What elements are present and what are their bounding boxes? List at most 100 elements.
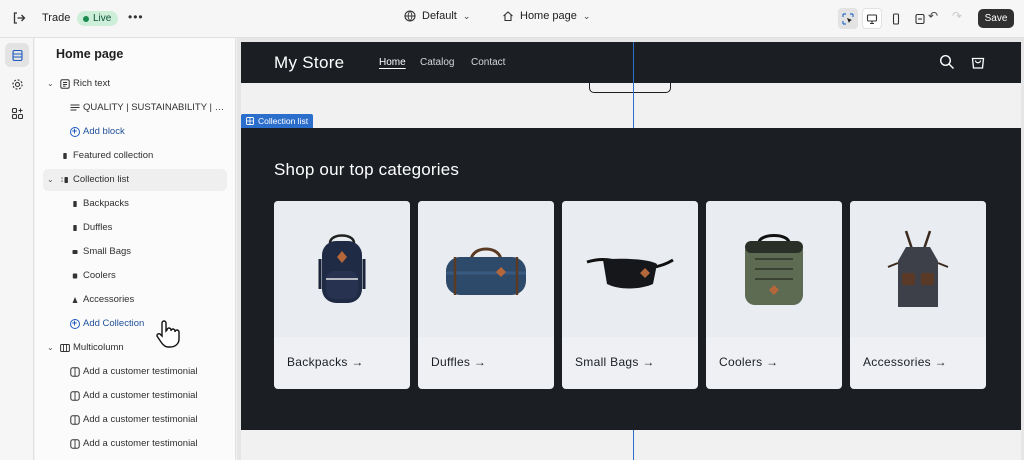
collection-card-accessories[interactable]: Accessories → [850, 201, 986, 389]
chevron-down-icon: ⌄ [462, 10, 471, 21]
collection-card-small-bags[interactable]: Small Bags → [562, 201, 698, 389]
section-label: Rich text [73, 78, 110, 89]
apps-icon [11, 107, 23, 119]
live-status-badge: Live [77, 11, 119, 26]
cart-icon[interactable] [970, 54, 986, 70]
block-accessories[interactable]: Accessories [43, 289, 227, 311]
chevron-down-icon[interactable]: ⌄ [47, 175, 55, 184]
collection-card-backpacks[interactable]: Backpacks → [274, 201, 410, 389]
nav-catalog-link[interactable]: Catalog [420, 57, 454, 68]
collection-card-duffles[interactable]: Duffles → [418, 201, 554, 389]
block-rich-text-heading[interactable]: QUALITY | SUSTAINABILITY | IN... [43, 97, 227, 119]
icon-rail [0, 38, 34, 460]
add-block-button[interactable]: + Add block [43, 121, 227, 143]
chevron-down-icon[interactable]: ⌄ [47, 343, 55, 352]
column-icon [69, 414, 80, 425]
search-icon[interactable] [939, 54, 955, 70]
grip-icon [69, 294, 80, 305]
block-testimonial[interactable]: Add a customer testimonial [43, 385, 227, 407]
section-label: Featured collection [73, 150, 154, 161]
block-testimonial[interactable]: Add a customer testimonial [43, 409, 227, 431]
add-collection-label: Add Collection [83, 318, 145, 329]
mobile-view-button[interactable] [886, 8, 906, 29]
column-icon [69, 366, 80, 377]
globe-icon [404, 10, 416, 22]
hand-cursor-icon [156, 320, 180, 348]
desktop-icon [866, 13, 878, 24]
block-label: Add a customer testimonial [83, 366, 198, 377]
grip-icon [69, 270, 80, 281]
add-block-label: Add block [83, 126, 125, 137]
block-testimonial[interactable]: Add a customer testimonial [43, 433, 227, 455]
block-small-bags[interactable]: Small Bags [43, 241, 227, 263]
redo-icon[interactable]: ↷ [952, 9, 962, 23]
live-status-label: Live [93, 13, 112, 24]
sidebar-title: Home page [56, 47, 124, 61]
store-preview[interactable]: My Store Home Catalog Contact Shop our t… [241, 42, 1021, 460]
more-actions-button[interactable]: ••• [128, 10, 144, 24]
section-multicolumn[interactable]: ⌄ Multicolumn [43, 337, 227, 359]
save-button[interactable]: Save [978, 9, 1014, 28]
multicolumn-section-preview[interactable] [241, 430, 1021, 460]
grip-icon [69, 222, 80, 233]
collection-card-label: Duffles → [431, 355, 487, 369]
apps-tab[interactable] [5, 101, 29, 125]
sections-tab[interactable] [5, 43, 29, 67]
collection-card-label: Coolers → [719, 355, 779, 369]
full-width-view-button[interactable] [910, 8, 930, 29]
undo-icon[interactable]: ↶ [928, 9, 938, 23]
page-select-label: Home page [520, 10, 577, 22]
block-label: Accessories [83, 294, 135, 305]
expand-icon [915, 13, 925, 24]
text-lines-icon [69, 102, 80, 113]
block-label: Add a customer testimonial [83, 414, 198, 425]
theme-settings-tab[interactable] [5, 72, 29, 96]
add-collection-button[interactable]: + Add Collection [43, 313, 227, 335]
column-icon [69, 438, 80, 449]
collection-list-section-preview[interactable]: Shop our top categories Backpacks → Duff… [241, 128, 1021, 430]
section-featured-collection[interactable]: Featured collection [43, 145, 227, 167]
page-select[interactable]: Home page ⌄ [502, 10, 590, 22]
chevron-down-icon[interactable]: ⌄ [47, 79, 55, 88]
section-rich-text[interactable]: ⌄ Rich text [43, 73, 227, 95]
gear-icon [11, 78, 23, 90]
section-collection-list[interactable]: ⌄ Collection list [43, 169, 227, 191]
block-label: Coolers [83, 270, 116, 281]
nav-contact-link[interactable]: Contact [471, 57, 505, 68]
live-dot-icon [83, 15, 89, 22]
apron-image [850, 201, 986, 337]
desktop-view-button[interactable] [862, 8, 882, 29]
section-grid-icon [246, 117, 254, 125]
block-duffles[interactable]: Duffles [43, 217, 227, 239]
select-pointer-icon [842, 12, 854, 25]
mobile-icon [892, 12, 900, 25]
cooler-bag-image [706, 201, 842, 337]
section-label: Collection list [73, 174, 129, 185]
grip-icon [69, 246, 80, 257]
store-header[interactable]: My Store Home Catalog Contact [241, 42, 1021, 83]
block-backpacks[interactable]: Backpacks [43, 193, 227, 215]
rich-text-button-outline[interactable] [589, 83, 671, 93]
collection-card-label: Backpacks → [287, 355, 364, 369]
block-label: Add a customer testimonial [83, 390, 198, 401]
duffle-bag-image [418, 201, 554, 337]
selected-section-tag[interactable]: Collection list [241, 114, 314, 128]
exit-icon[interactable] [10, 9, 28, 27]
columns-icon [59, 342, 70, 353]
store-logo[interactable]: My Store [274, 53, 344, 73]
template-select[interactable]: Default ⌄ [404, 10, 470, 22]
center-guide-line [633, 42, 634, 83]
home-icon [503, 11, 513, 22]
section-sidebar: Home page ⌄ Rich text QUALITY | SUSTAINA… [35, 38, 236, 460]
inspector-toggle-button[interactable] [838, 8, 858, 29]
block-label: Backpacks [83, 198, 129, 209]
block-label: QUALITY | SUSTAINABILITY | IN... [83, 102, 225, 113]
block-testimonial[interactable]: Add a customer testimonial [43, 361, 227, 383]
collection-card-coolers[interactable]: Coolers → [706, 201, 842, 389]
add-circle-icon: + [69, 318, 80, 329]
grip-icon [69, 198, 80, 209]
nav-home-link[interactable]: Home [379, 57, 406, 68]
sections-icon [11, 49, 23, 61]
template-select-label: Default [422, 10, 457, 22]
block-coolers[interactable]: Coolers [43, 265, 227, 287]
